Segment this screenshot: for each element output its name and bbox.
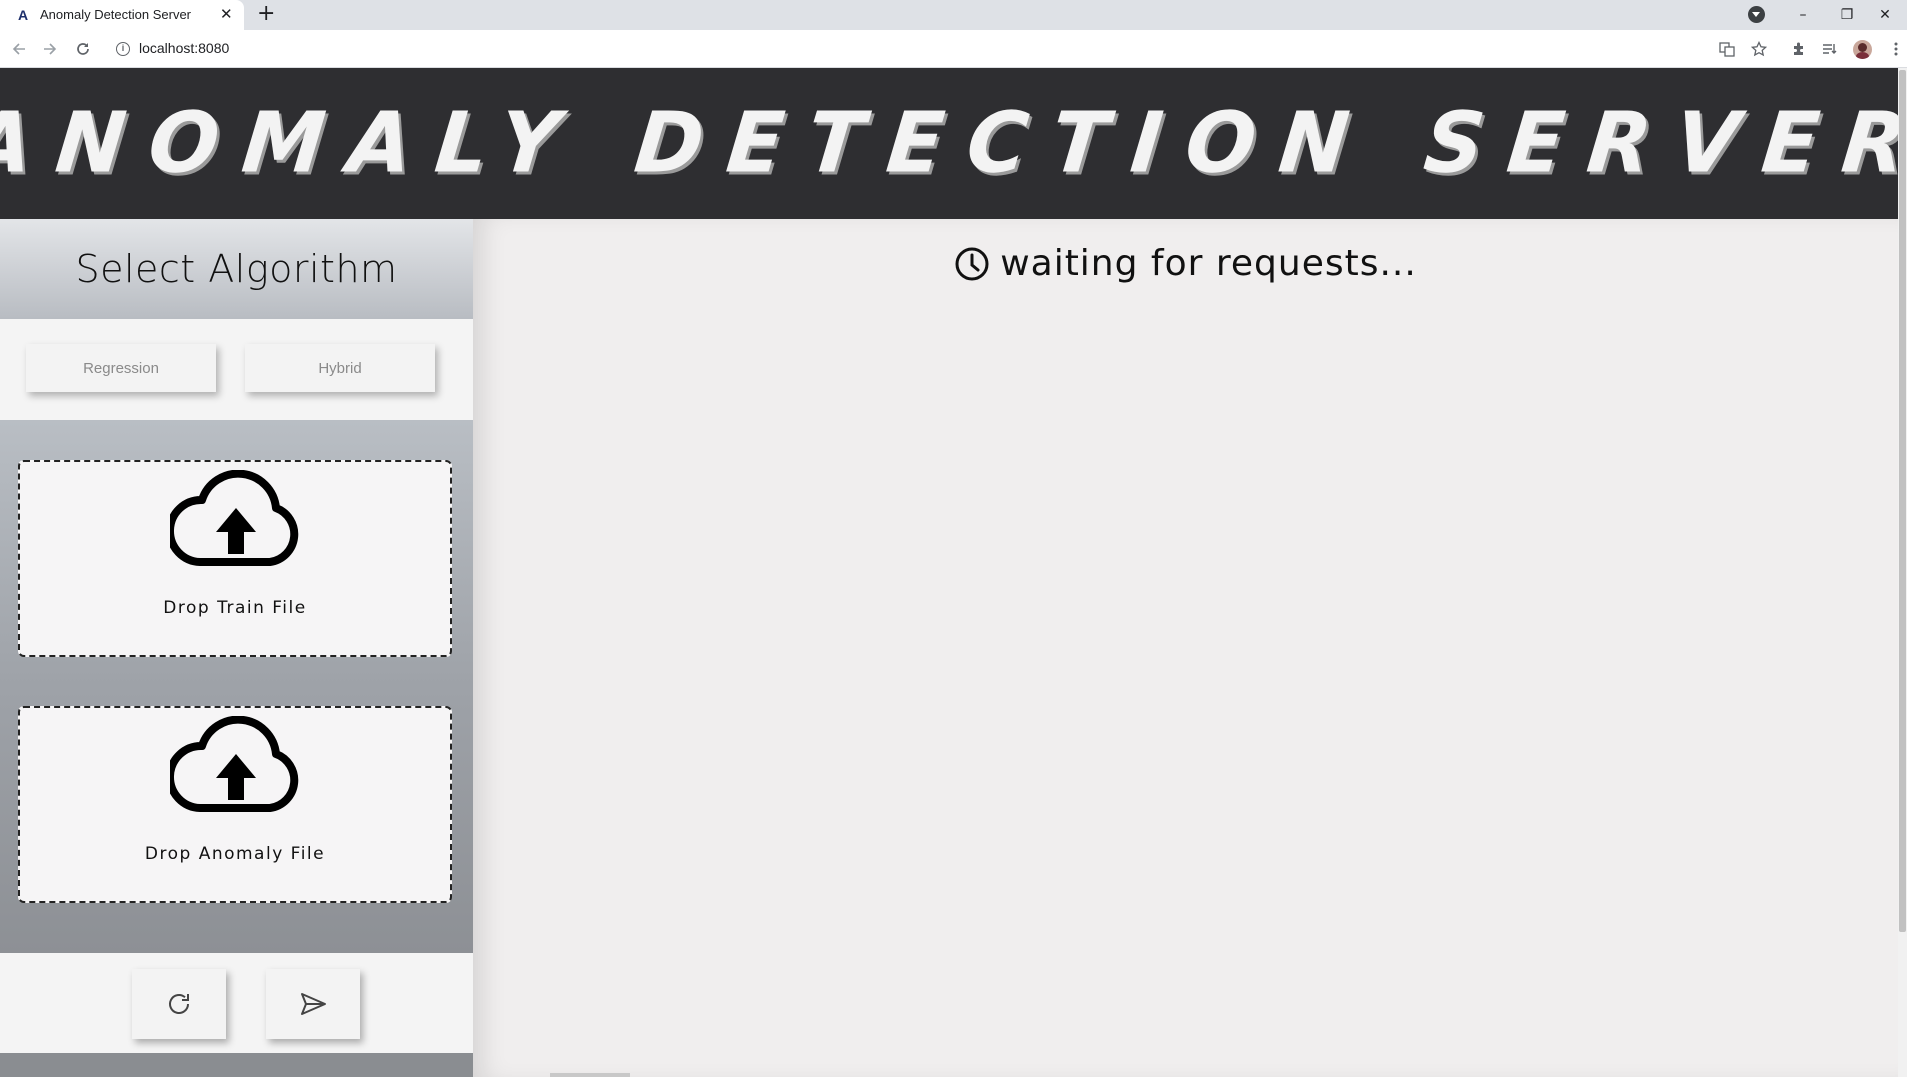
anomaly-file-dropzone[interactable]: Drop Anomaly File xyxy=(18,706,452,903)
sidebar-title-panel: Select Algorithm xyxy=(0,219,473,319)
url-text: localhost:8080 xyxy=(139,40,230,56)
tab-title: Anomaly Detection Server xyxy=(40,7,192,22)
profile-avatar[interactable] xyxy=(1853,40,1872,59)
tab-close-icon[interactable]: ✕ xyxy=(220,5,233,23)
page-content: ANOMALY DETECTION SERVER Select Algorith… xyxy=(0,68,1898,1077)
extensions-icon[interactable] xyxy=(1789,39,1809,59)
app-title: ANOMALY DETECTION SERVER xyxy=(0,95,1898,192)
train-file-dropzone[interactable]: Drop Train File xyxy=(18,460,452,657)
algorithm-selector: Regression Hybrid xyxy=(0,319,473,420)
back-arrow-icon[interactable] xyxy=(8,38,30,60)
reload-icon[interactable] xyxy=(72,38,94,60)
scrollbar-thumb[interactable] xyxy=(1899,70,1906,932)
new-tab-button[interactable]: + xyxy=(257,2,275,26)
tab-favicon-icon: A xyxy=(18,7,29,23)
main-panel: waiting for requests... xyxy=(473,219,1898,1077)
sidebar: Select Algorithm Regression Hybrid Drop … xyxy=(0,219,473,1077)
status-text: waiting for requests... xyxy=(1000,243,1417,284)
tab-search-icon[interactable] xyxy=(1748,6,1765,23)
translate-icon[interactable] xyxy=(1717,39,1737,59)
info-icon[interactable]: i xyxy=(116,42,130,56)
hybrid-button[interactable]: Hybrid xyxy=(245,344,435,392)
clock-icon xyxy=(955,247,989,280)
browser-toolbar: i localhost:8080 xyxy=(0,30,1907,68)
send-icon xyxy=(301,993,326,1015)
action-bar xyxy=(0,953,473,1053)
browser-tab-bar: A Anomaly Detection Server ✕ + – ❐ ✕ xyxy=(0,0,1907,30)
reading-list-icon[interactable] xyxy=(1820,39,1840,59)
address-bar[interactable]: i localhost:8080 xyxy=(108,34,1728,64)
star-icon[interactable] xyxy=(1749,39,1769,59)
reset-button[interactable] xyxy=(132,969,226,1039)
send-button[interactable] xyxy=(266,969,360,1039)
horizontal-scroll-thumb[interactable] xyxy=(550,1073,630,1077)
train-file-label: Drop Train File xyxy=(163,598,307,618)
anomaly-file-label: Drop Anomaly File xyxy=(144,844,326,864)
browser-tab[interactable]: A Anomaly Detection Server ✕ xyxy=(0,0,244,30)
dropzone-panel: Drop Train File Drop Anomaly File xyxy=(0,420,473,953)
more-menu-icon[interactable] xyxy=(1886,39,1906,59)
page-scrollbar[interactable] xyxy=(1898,68,1907,1077)
sidebar-title: Select Algorithm xyxy=(75,247,398,291)
app-header: ANOMALY DETECTION SERVER xyxy=(0,68,1898,219)
minimize-button[interactable]: – xyxy=(1781,0,1825,30)
sidebar-footer xyxy=(0,1053,473,1077)
cloud-upload-icon xyxy=(170,470,299,566)
regression-button[interactable]: Regression xyxy=(26,344,216,392)
forward-arrow-icon[interactable] xyxy=(39,38,61,60)
cloud-upload-icon xyxy=(170,716,299,812)
status-line: waiting for requests... xyxy=(473,243,1898,284)
refresh-icon xyxy=(169,994,189,1014)
close-window-button[interactable]: ✕ xyxy=(1863,0,1907,30)
